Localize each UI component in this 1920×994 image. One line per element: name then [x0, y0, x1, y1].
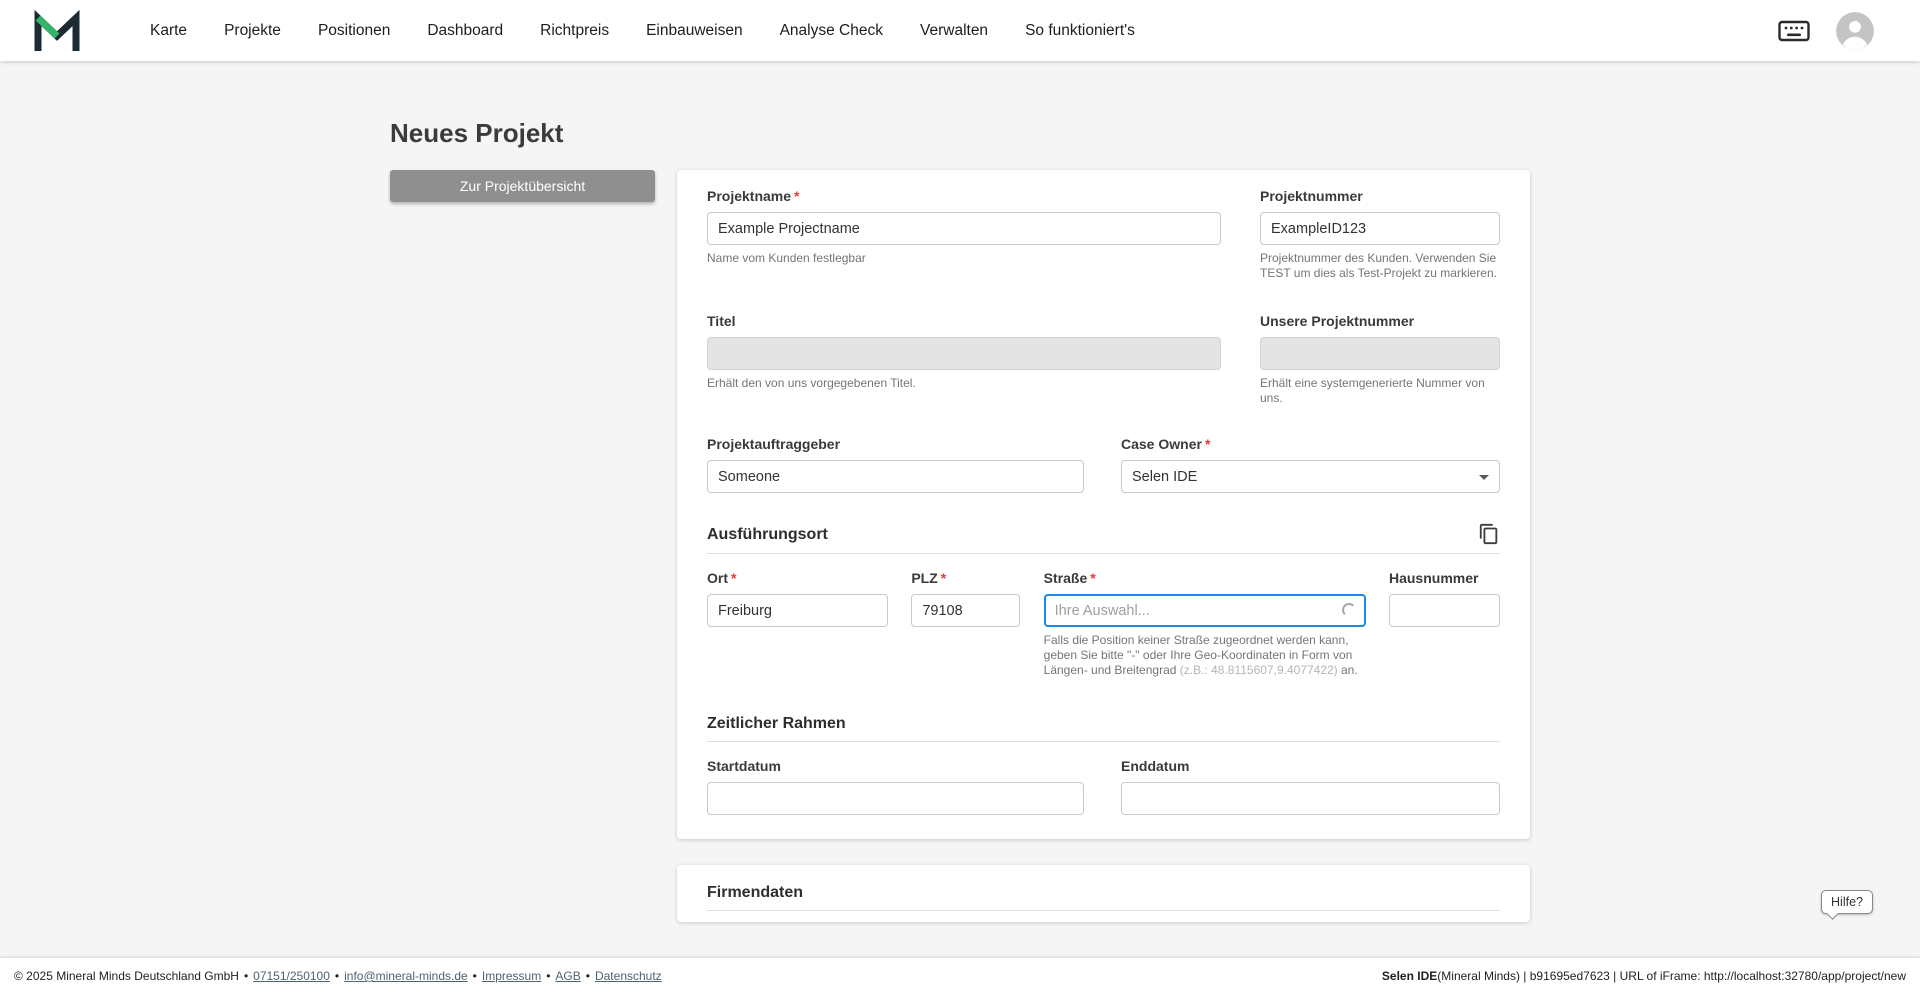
unsere-projektnummer-helper: Erhält eine systemgenerierte Nummer von … [1260, 376, 1500, 406]
required-asterisk: * [794, 188, 799, 204]
page-title: Neues Projekt [390, 117, 1530, 150]
copy-location-button[interactable] [1478, 523, 1500, 545]
hausnummer-input[interactable] [1389, 594, 1500, 627]
section-ausfuehrungsort-title: Ausführungsort [707, 525, 828, 544]
footer-session-info: Selen IDE (Mineral Minds) | b91695ed7623… [1382, 969, 1906, 983]
left-column: Zur Projektübersicht [390, 170, 655, 202]
nav-item-positionen[interactable]: Positionen [318, 22, 390, 40]
footer-separator: • [335, 969, 339, 983]
navbar-right [1778, 12, 1874, 50]
footer-separator: • [473, 969, 477, 983]
projektnummer-label: Projektnummer [1260, 188, 1500, 205]
nav-item-analyse-check[interactable]: Analyse Check [780, 22, 883, 40]
footer-session-user: Selen IDE [1382, 969, 1437, 983]
footer-copyright: © 2025 Mineral Minds Deutschland GmbH [14, 969, 239, 983]
footer-link-agb[interactable]: AGB [555, 969, 580, 983]
titel-input [707, 337, 1221, 370]
ort-input[interactable] [707, 594, 888, 627]
hausnummer-field: Hausnummer [1389, 570, 1500, 627]
unsere-projektnummer-label: Unsere Projektnummer [1260, 313, 1500, 330]
top-navbar: Karte Projekte Positionen Dashboard Rich… [0, 0, 1920, 61]
titel-helper: Erhält den von uns vorgegebenen Titel. [707, 376, 1221, 391]
required-asterisk: * [941, 570, 946, 586]
keyboard-icon[interactable] [1778, 19, 1810, 43]
projektnummer-input[interactable] [1260, 212, 1500, 245]
footer-session-rest: (Mineral Minds) | b91695ed7623 | URL of … [1437, 969, 1906, 983]
section-zeitlicher-rahmen-title: Zeitlicher Rahmen [707, 714, 846, 733]
hausnummer-label: Hausnummer [1389, 570, 1500, 587]
required-asterisk: * [731, 570, 736, 586]
footer-link-email[interactable]: info@mineral-minds.de [344, 969, 468, 983]
unsere-projektnummer-field: Unsere Projektnummer Erhält eine systemg… [1260, 313, 1500, 406]
nav-item-projekte[interactable]: Projekte [224, 22, 281, 40]
footer-separator: • [546, 969, 550, 983]
enddatum-field: Enddatum [1121, 758, 1500, 815]
projektname-field: Projektname* Name vom Kunden festlegbar [707, 188, 1221, 266]
projektname-helper: Name vom Kunden festlegbar [707, 251, 1221, 266]
startdatum-field: Startdatum [707, 758, 1084, 815]
case-owner-select[interactable]: Selen IDE [1121, 460, 1500, 493]
section-zeitlicher-rahmen: Zeitlicher Rahmen [707, 714, 1500, 742]
projektnummer-helper: Projektnummer des Kunden. Verwenden Sie … [1260, 251, 1500, 281]
case-owner-value: Selen IDE [1132, 469, 1197, 485]
required-asterisk: * [1090, 570, 1095, 586]
section-ausfuehrungsort: Ausführungsort [707, 523, 1500, 554]
projektnummer-field: Projektnummer Projektnummer des Kunden. … [1260, 188, 1500, 281]
footer-link-datenschutz[interactable]: Datenschutz [595, 969, 662, 983]
section-firmendaten-title: Firmendaten [707, 883, 803, 902]
enddatum-label: Enddatum [1121, 758, 1500, 775]
footer-link-phone[interactable]: 07151/250100 [253, 969, 330, 983]
nav-item-einbauweisen[interactable]: Einbauweisen [646, 22, 743, 40]
projektauftraggeber-field: Projektauftraggeber [707, 436, 1084, 493]
app-logo-icon[interactable] [34, 10, 80, 52]
plz-field: PLZ* [911, 570, 1020, 627]
projektauftraggeber-label: Projektauftraggeber [707, 436, 1084, 453]
strasse-field: Straße* Falls die Position keiner Straße… [1044, 570, 1366, 678]
loading-spinner-icon [1342, 603, 1356, 617]
copy-icon [1478, 523, 1500, 545]
main-navigation: Karte Projekte Positionen Dashboard Rich… [150, 22, 1135, 40]
ort-label: Ort* [707, 570, 888, 587]
plz-label: PLZ* [911, 570, 1020, 587]
chevron-down-icon [1479, 475, 1489, 480]
required-asterisk: * [1205, 436, 1210, 452]
startdatum-input[interactable] [707, 782, 1084, 815]
footer-separator: • [244, 969, 248, 983]
main-content: Neues Projekt Zur Projektübersicht Proje… [0, 61, 1920, 958]
titel-field: Titel Erhält den von uns vorgegebenen Ti… [707, 313, 1221, 391]
help-button[interactable]: Hilfe? [1821, 890, 1873, 914]
projektauftraggeber-input[interactable] [707, 460, 1084, 493]
nav-item-richtpreis[interactable]: Richtpreis [540, 22, 609, 40]
nav-item-verwalten[interactable]: Verwalten [920, 22, 988, 40]
strasse-helper: Falls die Position keiner Straße zugeord… [1044, 633, 1366, 678]
section-firmendaten: Firmendaten [707, 883, 1500, 911]
case-owner-field: Case Owner* Selen IDE [1121, 436, 1500, 493]
strasse-label: Straße* [1044, 570, 1366, 587]
footer-separator: • [586, 969, 590, 983]
unsere-projektnummer-input [1260, 337, 1500, 370]
projektname-input[interactable] [707, 212, 1221, 245]
case-owner-label: Case Owner* [1121, 436, 1500, 453]
startdatum-label: Startdatum [707, 758, 1084, 775]
plz-input[interactable] [911, 594, 1020, 627]
nav-item-so-funktionierts[interactable]: So funktioniert's [1025, 22, 1135, 40]
footer: © 2025 Mineral Minds Deutschland GmbH • … [0, 958, 1920, 994]
projektname-label: Projektname* [707, 188, 1221, 205]
firmendaten-card: Firmendaten [677, 865, 1530, 922]
titel-label: Titel [707, 313, 1221, 330]
nav-item-dashboard[interactable]: Dashboard [427, 22, 503, 40]
footer-left: © 2025 Mineral Minds Deutschland GmbH • … [14, 969, 662, 983]
ort-field: Ort* [707, 570, 888, 627]
footer-link-impressum[interactable]: Impressum [482, 969, 541, 983]
nav-item-karte[interactable]: Karte [150, 22, 187, 40]
zur-projektuebersicht-button[interactable]: Zur Projektübersicht [390, 170, 655, 202]
strasse-input[interactable] [1044, 594, 1366, 627]
enddatum-input[interactable] [1121, 782, 1500, 815]
project-form-card: Projektname* Name vom Kunden festlegbar … [677, 170, 1530, 839]
user-avatar-icon[interactable] [1836, 12, 1874, 50]
